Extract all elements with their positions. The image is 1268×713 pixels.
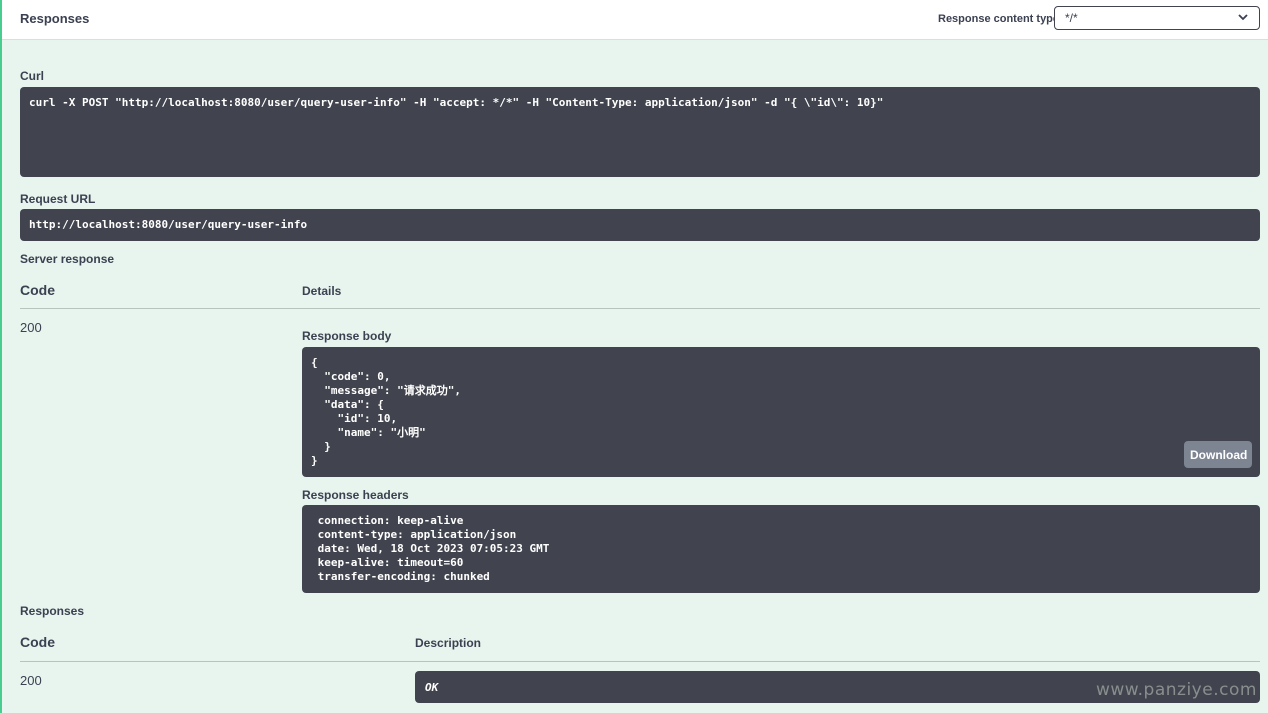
curl-command-block[interactable]: curl -X POST "http://localhost:8080/user… — [20, 87, 1260, 177]
response-content-type-label: Response content type — [938, 13, 1060, 25]
responses-table-divider — [20, 661, 1260, 662]
response-headers-block[interactable]: connection: keep-alive content-type: app… — [302, 505, 1260, 593]
responses-header: Responses Response content type */* — [2, 0, 1268, 40]
response-code: 200 — [20, 320, 42, 335]
table-divider — [20, 308, 1260, 309]
curl-label: Curl — [20, 69, 44, 83]
request-url-block[interactable]: http://localhost:8080/user/query-user-in… — [20, 209, 1260, 241]
responses-code-header: Code — [20, 634, 55, 650]
request-url-label: Request URL — [20, 192, 96, 206]
response-content-type-select[interactable]: */* — [1054, 6, 1260, 30]
responses-code: 200 — [20, 673, 42, 688]
response-body-label: Response body — [302, 329, 392, 343]
code-column-header: Code — [20, 282, 55, 298]
chevron-down-icon — [1237, 11, 1249, 26]
responses-title: Responses — [20, 11, 90, 26]
responses-description-header: Description — [415, 636, 482, 650]
response-headers-label: Response headers — [302, 488, 409, 502]
details-column-header: Details — [302, 284, 342, 298]
response-body-block[interactable]: { "code": 0, "message": "请求成功", "data": … — [302, 347, 1260, 477]
watermark: www.panziye.com — [1096, 680, 1257, 700]
responses-section-label: Responses — [20, 604, 85, 618]
responses-panel: Responses Response content type */* Curl… — [0, 0, 1268, 713]
download-button[interactable]: Download — [1184, 441, 1252, 468]
server-response-label: Server response — [20, 252, 115, 266]
response-content-type-value: */* — [1065, 11, 1078, 25]
